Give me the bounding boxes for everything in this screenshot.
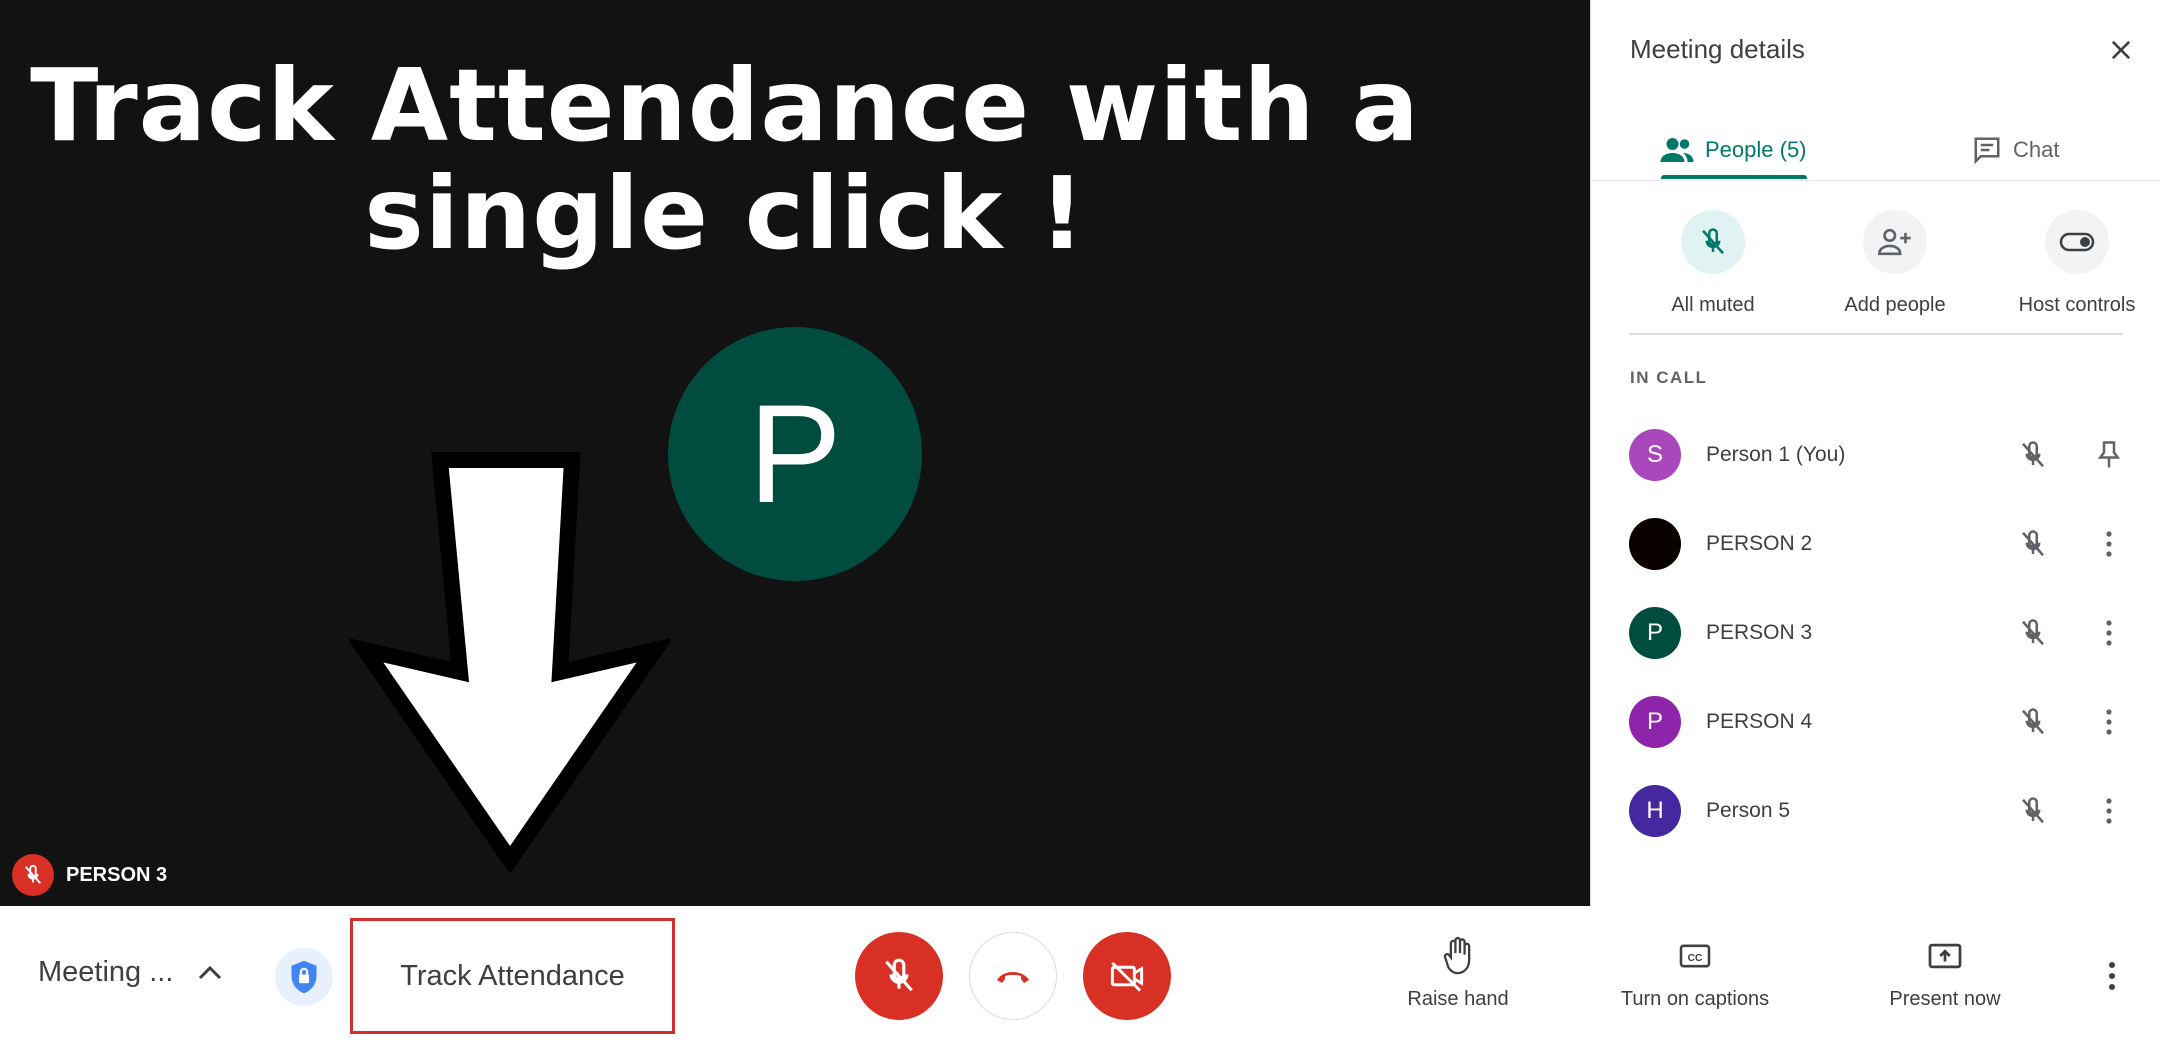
camera-off-icon (1110, 961, 1144, 992)
mic-toggle-button[interactable] (855, 932, 943, 1020)
add-people-button[interactable]: Add people (1815, 210, 1975, 317)
captions-button[interactable]: CC Turn on captions (1610, 934, 1780, 1011)
tab-people-label: People (5) (1705, 137, 1807, 162)
captions-label: Turn on captions (1620, 988, 1770, 1010)
mic-off-icon[interactable] (2013, 524, 2053, 564)
leave-call-button[interactable] (969, 932, 1057, 1020)
shield-lock-icon[interactable] (275, 948, 333, 1006)
promo-headline: Track Attendance with a single click ! (0, 52, 1450, 268)
closed-captions-icon: CC (1610, 934, 1780, 978)
participant-avatar: P (1629, 607, 1681, 659)
all-muted-button[interactable]: All muted (1633, 210, 1793, 317)
hand-icon (1398, 934, 1518, 978)
participant-avatar-large: P (668, 327, 922, 581)
mic-off-icon (12, 854, 54, 896)
participant-avatar (1629, 518, 1681, 570)
toggle-icon (2045, 210, 2109, 274)
camera-toggle-button[interactable] (1083, 932, 1171, 1020)
participant-name: Person 5 (1706, 799, 1791, 822)
track-attendance-button[interactable]: Track Attendance (350, 918, 675, 1034)
tab-chat[interactable]: Chat (1971, 120, 2059, 180)
participant-row[interactable]: S Person 1 (You) (1629, 425, 2129, 485)
tile-name: PERSON 3 (66, 863, 168, 886)
promo-headline-line1: Track Attendance with a (30, 47, 1420, 164)
raise-hand-label: Raise hand (1407, 988, 1509, 1010)
participant-avatar: P (1629, 696, 1681, 748)
more-vert-icon (2109, 962, 2115, 990)
close-icon[interactable] (2101, 30, 2141, 70)
participant-name: PERSON 2 (1706, 532, 1813, 555)
promo-headline-line2: single click ! (364, 155, 1086, 272)
svg-text:CC: CC (1688, 953, 1703, 964)
more-vert-icon[interactable] (2089, 791, 2129, 831)
pin-icon[interactable] (2089, 435, 2129, 475)
panel-title: Meeting details (1630, 34, 1805, 64)
arrow-down-icon (350, 452, 670, 872)
in-call-section-label: IN CALL (1630, 368, 1708, 387)
mic-off-icon[interactable] (2013, 435, 2053, 475)
participant-row[interactable]: P PERSON 4 (1629, 692, 2129, 752)
mic-off-icon[interactable] (2013, 702, 2053, 742)
meeting-details-panel: Meeting details People (5) Chat All mute… (1590, 0, 2160, 906)
tile-name-label: PERSON 3 (12, 854, 167, 896)
participant-row[interactable]: P PERSON 3 (1629, 603, 2129, 663)
more-vert-icon[interactable] (2089, 524, 2129, 564)
people-icon (1660, 138, 1694, 162)
actions-divider (1629, 333, 2123, 335)
mic-off-icon[interactable] (2013, 791, 2053, 831)
more-vert-icon[interactable] (2089, 702, 2129, 742)
add-person-icon (1863, 210, 1927, 274)
chat-icon (1974, 137, 2000, 165)
active-tab-indicator (1661, 175, 1807, 179)
tabs-divider (1591, 180, 2160, 181)
participant-row[interactable]: PERSON 2 (1629, 514, 2129, 574)
host-controls-button[interactable]: Host controls (1997, 210, 2157, 317)
all-muted-label: All muted (1671, 294, 1755, 316)
present-now-button[interactable]: Present now (1870, 934, 2020, 1011)
tab-people[interactable]: People (5) (1659, 120, 1807, 180)
mic-off-icon (1681, 210, 1745, 274)
bottom-control-bar: Meeting ... Track Attendance Raise hand … (0, 906, 2160, 1045)
phone-hangup-icon (997, 972, 1029, 983)
meeting-details-label: Meeting ... (38, 955, 174, 988)
host-controls-label: Host controls (2018, 294, 2136, 316)
chevron-up-icon (199, 965, 222, 980)
participant-avatar: H (1629, 785, 1681, 837)
mic-off-icon[interactable] (2013, 613, 2053, 653)
add-people-label: Add people (1844, 294, 1946, 316)
more-vert-icon[interactable] (2089, 613, 2129, 653)
present-screen-icon (1870, 934, 2020, 978)
participant-name: Person 1 (You) (1706, 443, 1846, 466)
meeting-details-button[interactable]: Meeting ... (38, 942, 223, 1002)
participant-avatar: S (1629, 429, 1681, 481)
participant-row[interactable]: H Person 5 (1629, 781, 2129, 841)
tab-chat-label: Chat (2013, 137, 2060, 162)
participant-name: PERSON 3 (1706, 621, 1813, 644)
participant-name: PERSON 4 (1706, 710, 1813, 733)
more-options-button[interactable] (2092, 956, 2132, 996)
raise-hand-button[interactable]: Raise hand (1398, 934, 1518, 1011)
mic-off-icon (885, 958, 913, 992)
video-stage: Track Attendance with a single click ! P… (0, 0, 1590, 906)
present-now-label: Present now (1889, 988, 2001, 1010)
